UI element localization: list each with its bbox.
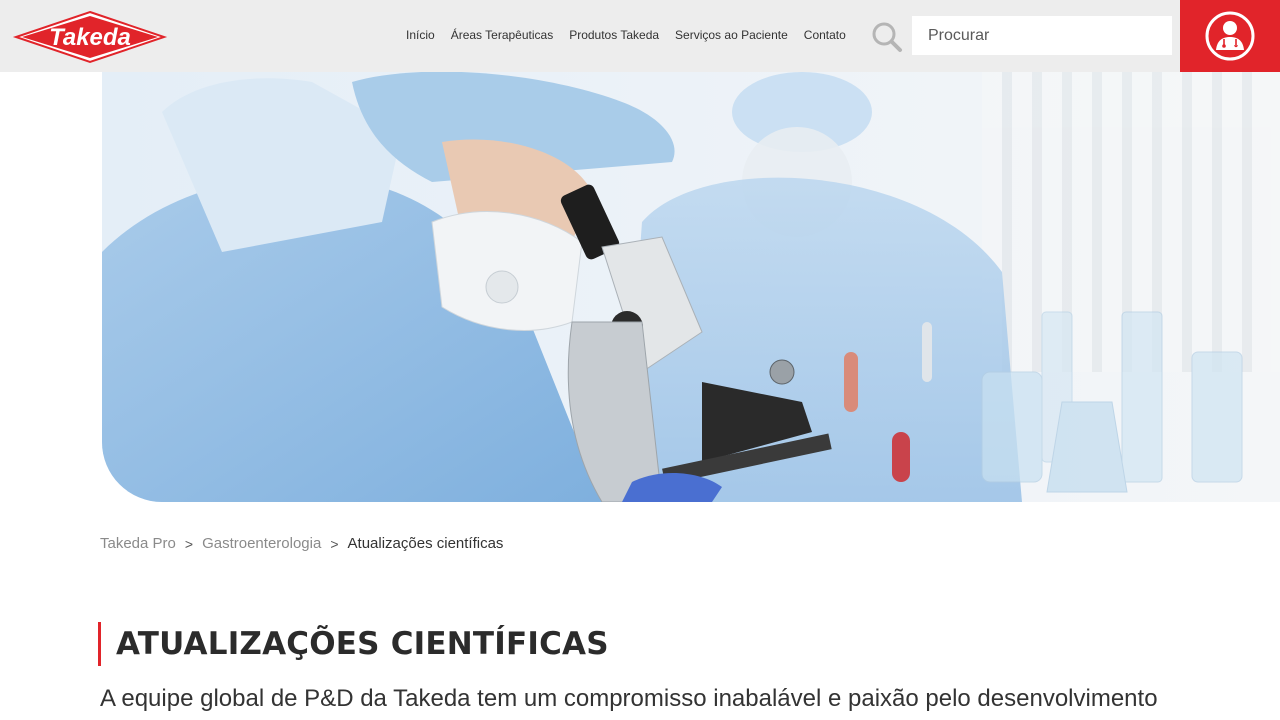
search-field[interactable] (912, 16, 1172, 55)
nav-areas-terapeuticas[interactable]: Áreas Terapêuticas (451, 28, 554, 42)
nav-servicos-ao-paciente[interactable]: Serviços ao Paciente (675, 28, 788, 42)
lab-scientist-illustration (102, 72, 1280, 502)
search-input[interactable] (928, 26, 1172, 45)
nav-inicio[interactable]: Início (406, 28, 435, 42)
search-icon[interactable] (870, 20, 904, 54)
takeda-logo[interactable]: Takeda (12, 10, 168, 64)
hero-image (102, 72, 1280, 502)
breadcrumb-current: Atualizações científicas (347, 535, 504, 552)
page-title: ATUALIZAÇÕES CIENTÍFICAS (116, 626, 609, 662)
breadcrumb-takeda-pro[interactable]: Takeda Pro (100, 535, 176, 552)
hcp-profile-button[interactable] (1180, 0, 1280, 72)
nav-produtos-takeda[interactable]: Produtos Takeda (569, 28, 659, 42)
breadcrumb-separator: > (330, 535, 339, 552)
doctor-icon (1205, 11, 1255, 61)
intro-paragraph: A equipe global de P&D da Takeda tem um … (100, 685, 1158, 712)
main-nav: Início Áreas Terapêuticas Produtos Taked… (398, 0, 854, 70)
site-header: Takeda Início Áreas Terapêuticas Produto… (0, 0, 1280, 72)
nav-contato[interactable]: Contato (804, 28, 846, 42)
breadcrumb: Takeda Pro > Gastroenterologia > Atualiz… (100, 535, 503, 552)
takeda-logo-mark: Takeda (12, 10, 168, 64)
breadcrumb-separator: > (184, 535, 194, 552)
breadcrumb-gastroenterologia[interactable]: Gastroenterologia (202, 535, 321, 552)
page-title-block: ATUALIZAÇÕES CIENTÍFICAS (98, 622, 609, 666)
svg-text:Takeda: Takeda (49, 24, 131, 51)
